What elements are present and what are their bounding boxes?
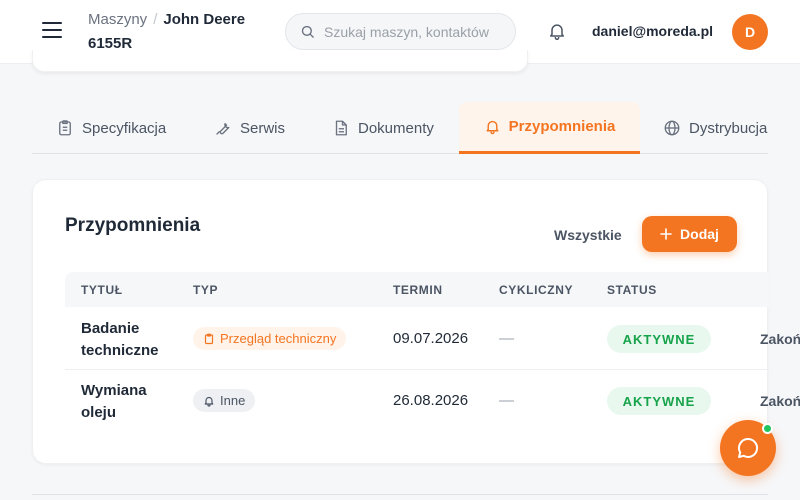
avatar[interactable]: D: [732, 14, 768, 50]
bell-icon[interactable]: [547, 21, 567, 41]
next-section-divider: [32, 494, 768, 500]
breadcrumb: Maszyny / John Deere 6155R: [88, 8, 268, 56]
document-icon: [335, 120, 347, 136]
breadcrumb-separator: /: [153, 11, 158, 28]
tab-dystrybucja[interactable]: Dystrybucja: [663, 102, 767, 154]
user-email[interactable]: daniel@moreda.pl: [592, 23, 713, 39]
wrench-icon: [216, 123, 230, 135]
reminder-title: Badanie techniczne: [81, 320, 159, 359]
due-date: 09.07.2026: [393, 330, 469, 347]
type-label: Inne: [220, 393, 246, 408]
column-header: TERMIN: [393, 283, 443, 297]
table-row: Wymiana oleju Inne 26.08.2026 — AKTYWNE …: [65, 370, 800, 432]
search-box[interactable]: [285, 13, 516, 50]
due-date: 26.08.2026: [393, 392, 469, 409]
column-header: TYP: [193, 283, 219, 297]
tab-label: Serwis: [240, 119, 286, 137]
chat-bubble-icon: [738, 437, 759, 458]
breadcrumb-parent[interactable]: Maszyny: [88, 11, 147, 28]
clipboard-icon: [204, 333, 214, 344]
tab-label: Przypomnienia: [508, 118, 616, 135]
status-badge: AKTYWNE: [607, 387, 711, 415]
column-header: TYTUŁ: [81, 283, 123, 297]
search-input[interactable]: [324, 23, 504, 40]
column-header: STATUS: [607, 283, 657, 297]
status-badge: AKTYWNE: [607, 325, 711, 353]
type-badge: Przegląd techniczny: [193, 327, 347, 350]
reminders-card: Przypomnienia Wszystkie Dodaj TYTUŁ TYP …: [32, 179, 800, 464]
plus-icon: [660, 228, 672, 240]
section-title: Przypomnienia: [65, 215, 201, 236]
menu-icon[interactable]: [42, 22, 62, 38]
table-header: TYTUŁ TYP TERMIN CYKLICZNY STATUS: [65, 272, 769, 307]
bell-icon: [486, 120, 499, 135]
tab-label: Dystrybucja: [689, 119, 768, 137]
search-icon: [301, 25, 314, 38]
type-badge: Inne: [193, 389, 256, 412]
complete-button[interactable]: Zakończ: [760, 331, 800, 347]
tab-label: Dokumenty: [358, 119, 434, 137]
complete-button[interactable]: Zakończ: [760, 393, 800, 409]
add-button-label: Dodaj: [680, 226, 719, 242]
reminder-title: Wymiana oleju: [81, 382, 147, 421]
bell-icon: [204, 396, 214, 407]
cyclic-value: —: [499, 392, 514, 409]
online-indicator: [762, 423, 773, 434]
type-label: Przegląd techniczny: [220, 331, 337, 346]
tab-serwis[interactable]: Serwis: [214, 102, 285, 154]
tab-bar: Specyfikacja Serwis Dokumenty Przypomnie…: [32, 102, 768, 154]
column-header: CYKLICZNY: [499, 283, 574, 297]
filter-all-button[interactable]: Wszystkie: [554, 227, 622, 243]
cyclic-value: —: [499, 330, 514, 347]
table-row: Badanie techniczne Przegląd techniczny 0…: [65, 308, 800, 370]
tab-przypomnienia[interactable]: Przypomnienia: [459, 102, 640, 154]
tab-specyfikacja[interactable]: Specyfikacja: [56, 102, 166, 154]
globe-icon: [664, 120, 680, 136]
machine-summary-card: [32, 50, 528, 72]
clipboard-icon: [59, 120, 71, 136]
tab-dokumenty[interactable]: Dokumenty: [332, 102, 434, 154]
add-reminder-button[interactable]: Dodaj: [642, 216, 737, 252]
tab-label: Specyfikacja: [82, 119, 167, 137]
